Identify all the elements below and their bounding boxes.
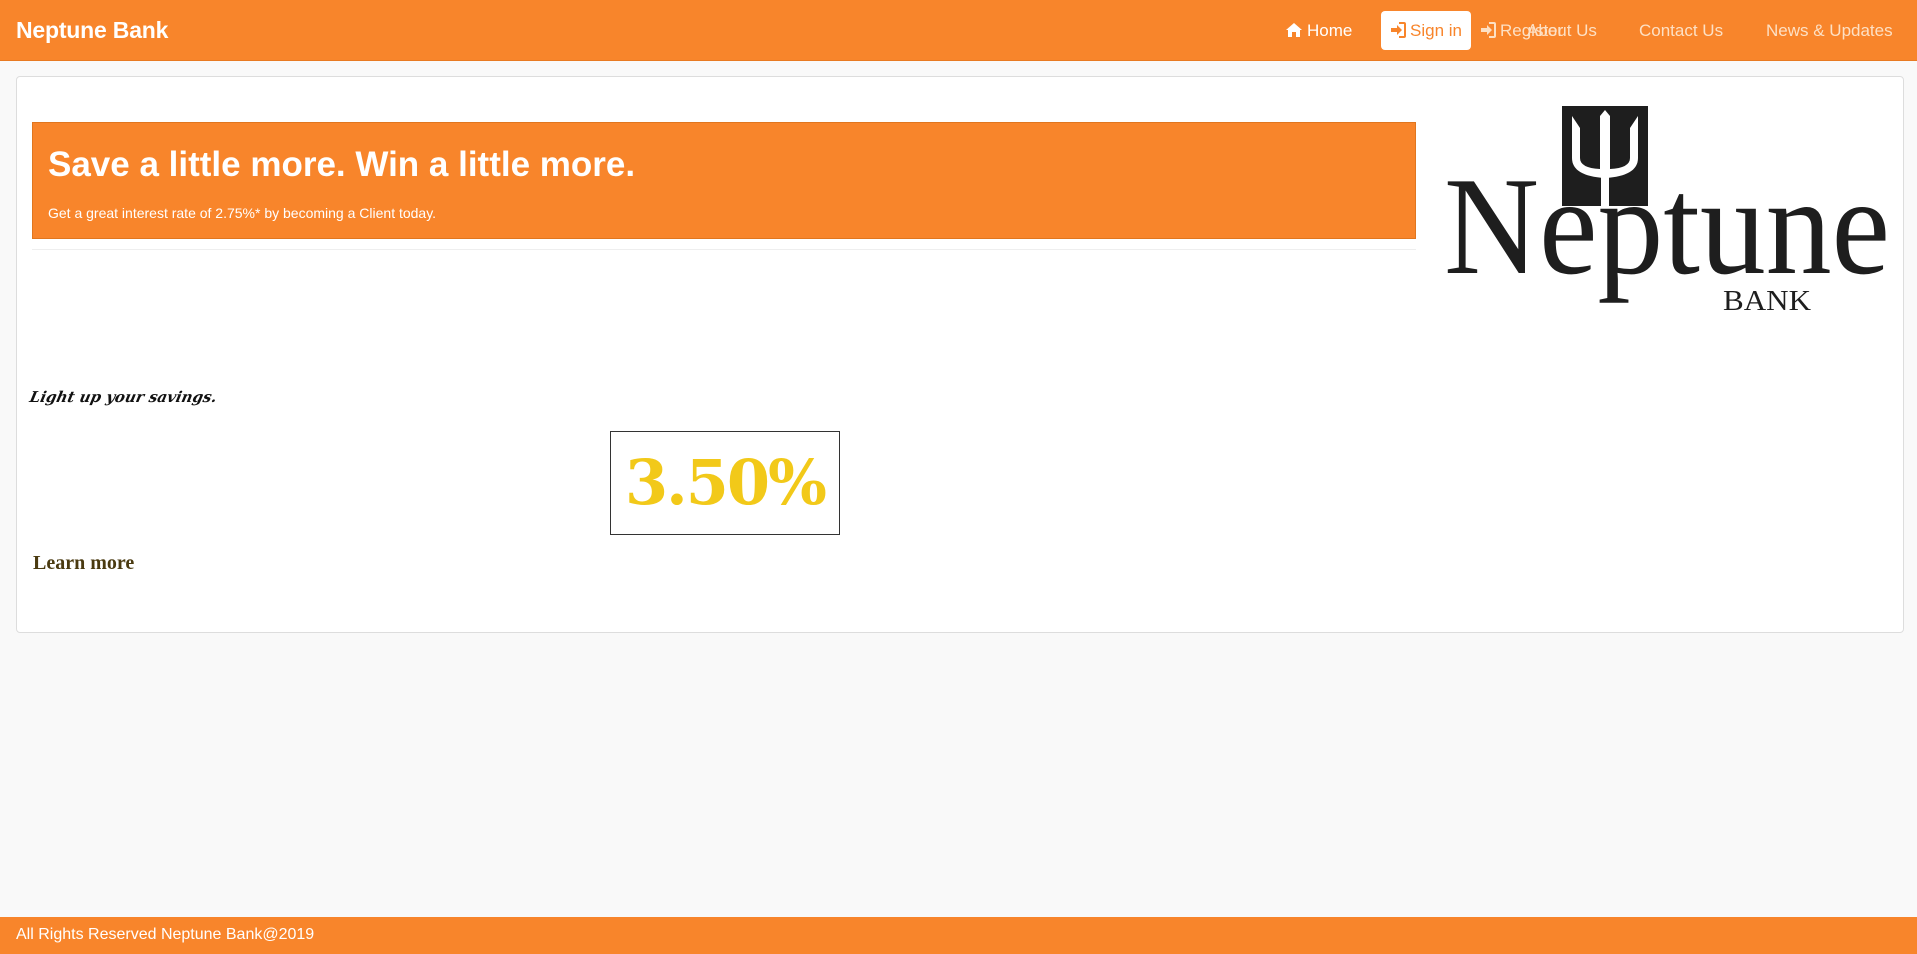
hero-title: Save a little more. Win a little more. — [48, 145, 636, 184]
promo-tagline: Light up your savings. — [28, 388, 219, 406]
brand-link[interactable]: Neptune Bank — [16, 17, 168, 44]
hero-subtitle: Get a great interest rate of 2.75%* by b… — [48, 205, 437, 221]
nav-about-us[interactable]: About Us — [1527, 11, 1597, 50]
nav-sign-in[interactable]: Sign in — [1381, 11, 1471, 50]
rate-value: 3.50% — [625, 446, 827, 519]
footer-text: All Rights Reserved Neptune Bank@2019 — [16, 926, 315, 943]
nav-sign-in-label: Sign in — [1410, 21, 1462, 40]
learn-more-link[interactable]: Learn more — [33, 552, 134, 575]
navbar: Neptune Bank Home Sign in Register About… — [0, 0, 1917, 61]
neptune-bank-logo: Neptune BANK — [1444, 106, 1890, 314]
hero-banner: Save a little more. Win a little more. G… — [32, 122, 1416, 239]
logo-wordmark: Neptune — [1444, 149, 1890, 304]
nav-home[interactable]: Home — [1285, 11, 1352, 50]
nav-home-label: Home — [1307, 21, 1353, 40]
sign-in-icon — [1481, 22, 1496, 38]
nav-news-updates[interactable]: News & Updates — [1766, 11, 1893, 50]
logo-subtitle: BANK — [1723, 285, 1811, 314]
hero-divider — [32, 249, 1416, 250]
home-icon — [1286, 23, 1302, 37]
footer: All Rights Reserved Neptune Bank@2019 — [0, 917, 1917, 954]
rate-box: 3.50% — [610, 431, 840, 535]
nav-contact-us[interactable]: Contact Us — [1639, 11, 1723, 50]
sign-in-icon — [1391, 22, 1406, 38]
